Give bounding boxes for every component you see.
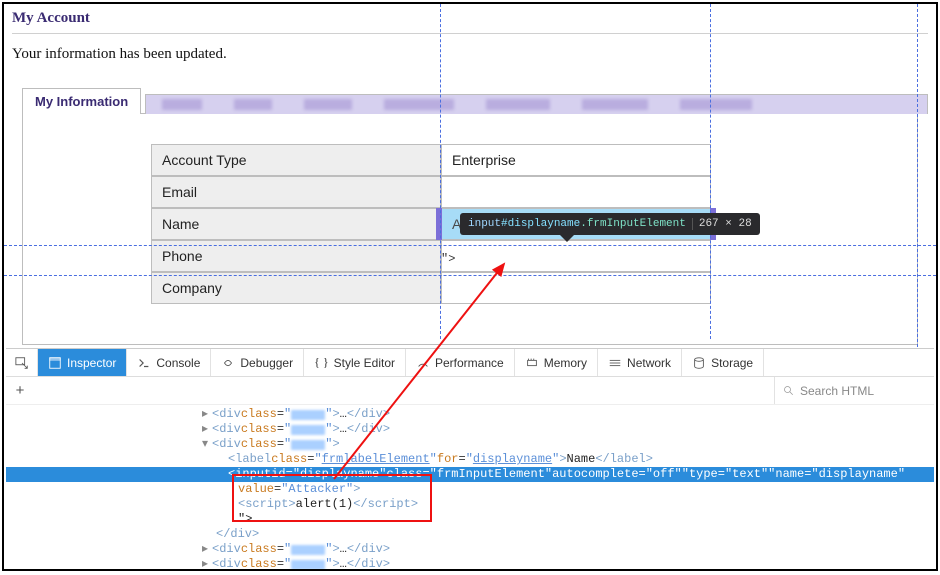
dom-tree[interactable]: ▸<div class="">…</div> ▸<div class="">…<… <box>6 405 934 571</box>
selection-handle-left <box>436 208 442 240</box>
inspector-icon <box>48 356 62 370</box>
dom-node-tail: "> <box>6 512 934 527</box>
row-account-type: Account Type Enterprise <box>151 144 917 176</box>
dom-node-div-expanded: ▾<div class=""> <box>6 437 934 452</box>
devtools-panel: Inspector Console Debugger { } Style Edi… <box>6 348 934 567</box>
value-email[interactable] <box>441 176 711 208</box>
dom-node-label: <label class="frmlabelElement" for="disp… <box>6 452 934 467</box>
debugger-icon <box>221 356 235 370</box>
label-phone: Phone <box>151 240 441 272</box>
new-rule-button[interactable]: + <box>6 377 34 405</box>
dom-node-div-close: </div> <box>6 527 934 542</box>
row-email: Email <box>151 176 917 208</box>
search-icon <box>783 385 795 397</box>
tab-memory[interactable]: Memory <box>515 349 598 376</box>
tab-my-information[interactable]: My Information <box>22 88 141 114</box>
dom-node-script: <script>alert(1)</script> <box>6 497 934 512</box>
dom-node-input-selected: <input id="displayname" class="frmInputE… <box>6 467 934 482</box>
devtools-toolbar: Inspector Console Debugger { } Style Edi… <box>6 349 934 377</box>
page-title: My Account <box>12 10 928 27</box>
dom-node-div: ▸<div class="">…</div> <box>6 422 934 437</box>
tab-strip: My Information <box>22 87 928 114</box>
network-icon <box>608 356 622 370</box>
stray-injected-text: "> <box>441 252 455 266</box>
pick-element-button[interactable] <box>6 349 38 376</box>
tab-network[interactable]: Network <box>598 349 682 376</box>
storage-icon <box>692 356 706 370</box>
memory-icon <box>525 356 539 370</box>
value-phone[interactable] <box>441 240 711 272</box>
label-company: Company <box>151 272 441 304</box>
label-email: Email <box>151 176 441 208</box>
pick-element-icon <box>15 356 29 370</box>
tab-debugger[interactable]: Debugger <box>211 349 304 376</box>
status-message: Your information has been updated. <box>12 46 928 63</box>
row-company: Company <box>151 272 917 304</box>
dom-node-div: ▸<div class="">…</div> <box>6 407 934 422</box>
search-html-input[interactable]: Search HTML <box>774 377 934 404</box>
tab-storage[interactable]: Storage <box>682 349 764 376</box>
value-account-type: Enterprise <box>441 144 711 176</box>
page-content: My Account Your information has been upd… <box>4 4 936 345</box>
value-company[interactable] <box>441 272 711 304</box>
console-icon <box>137 356 151 370</box>
dom-node-div: ▸<div class="">…</div> <box>6 542 934 557</box>
row-phone: Phone <box>151 240 917 272</box>
label-account-type: Account Type <box>151 144 441 176</box>
tab-performance[interactable]: Performance <box>406 349 515 376</box>
dom-node-value: value="Attacker"> <box>6 482 934 497</box>
label-name: Name <box>151 208 441 240</box>
performance-icon <box>416 356 430 370</box>
tab-inspector[interactable]: Inspector <box>38 349 127 376</box>
devtools-subbar: + Search HTML <box>6 377 934 405</box>
other-tabs-redacted <box>145 94 928 114</box>
inspector-tooltip: input#displayname.frmInputElement 267 × … <box>460 213 760 235</box>
divider <box>12 33 928 34</box>
tab-style-editor[interactable]: { } Style Editor <box>304 349 406 376</box>
tab-console[interactable]: Console <box>127 349 211 376</box>
dom-node-div: ▸<div class="">…</div> <box>6 557 934 571</box>
